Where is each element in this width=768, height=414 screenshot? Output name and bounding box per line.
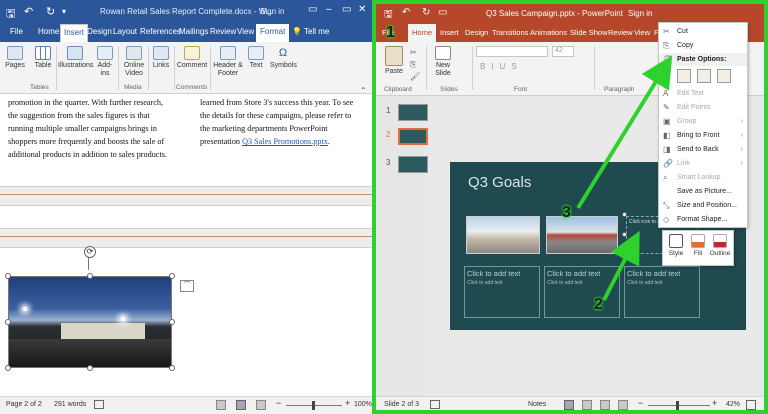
annotation-arrow <box>576 55 673 210</box>
annotation-label-3: 3 <box>562 204 571 221</box>
annotation-label-2: 2 <box>594 296 603 313</box>
annotation-label-1: 1 <box>386 24 395 41</box>
annotation-arrow <box>602 230 640 301</box>
annotation-overlay <box>576 55 673 301</box>
